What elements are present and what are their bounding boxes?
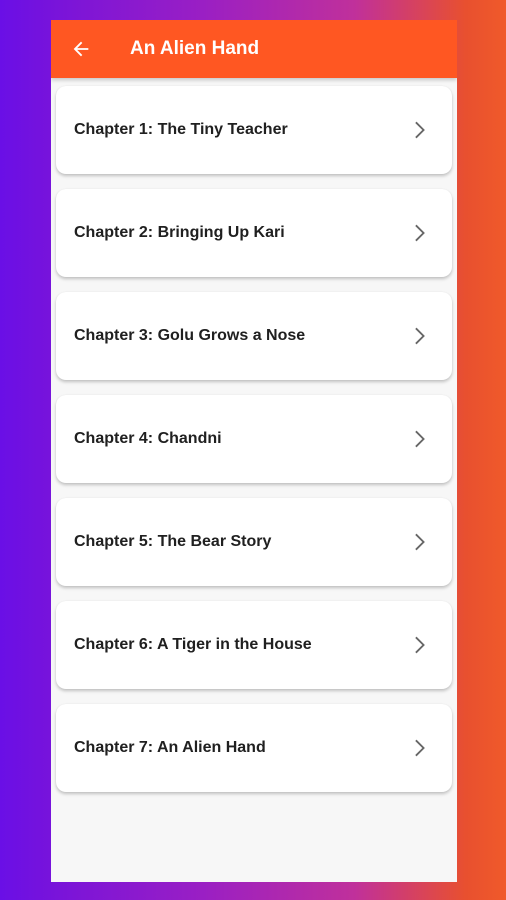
chapter-label: Chapter 4: Chandni bbox=[74, 430, 222, 447]
chapter-card-2[interactable]: Chapter 2: Bringing Up Kari bbox=[56, 189, 452, 277]
arrow-left-icon bbox=[73, 41, 89, 57]
chapter-label: Chapter 3: Golu Grows a Nose bbox=[74, 327, 306, 344]
chapter-label: Chapter 6: A Tiger in the House bbox=[74, 636, 312, 653]
chapter-list: Chapter 1: The Tiny Teacher Chapter 2: B… bbox=[56, 86, 452, 807]
back-button[interactable] bbox=[68, 36, 94, 62]
chevron-right-icon bbox=[408, 119, 430, 141]
chapter-card-1[interactable]: Chapter 1: The Tiny Teacher bbox=[56, 86, 452, 174]
chevron-right-icon bbox=[408, 222, 430, 244]
chapter-label: Chapter 1: The Tiny Teacher bbox=[74, 121, 288, 138]
chapter-card-5[interactable]: Chapter 5: The Bear Story bbox=[56, 498, 452, 586]
app-screen: An Alien Hand Chapter 1: The Tiny Teache… bbox=[51, 20, 457, 882]
chapter-card-7[interactable]: Chapter 7: An Alien Hand bbox=[56, 704, 452, 792]
chevron-right-icon bbox=[408, 325, 430, 347]
chevron-right-icon bbox=[408, 531, 430, 553]
chevron-right-icon bbox=[408, 737, 430, 759]
chapter-card-4[interactable]: Chapter 4: Chandni bbox=[56, 395, 452, 483]
chapter-card-6[interactable]: Chapter 6: A Tiger in the House bbox=[56, 601, 452, 689]
chapter-label: Chapter 2: Bringing Up Kari bbox=[74, 224, 285, 241]
chevron-right-icon bbox=[408, 428, 430, 450]
chapter-label: Chapter 7: An Alien Hand bbox=[74, 739, 266, 756]
app-bar: An Alien Hand bbox=[51, 20, 457, 78]
chevron-right-icon bbox=[408, 634, 430, 656]
chapter-label: Chapter 5: The Bear Story bbox=[74, 533, 272, 550]
page-title: An Alien Hand bbox=[130, 38, 260, 59]
chapter-card-3[interactable]: Chapter 3: Golu Grows a Nose bbox=[56, 292, 452, 380]
